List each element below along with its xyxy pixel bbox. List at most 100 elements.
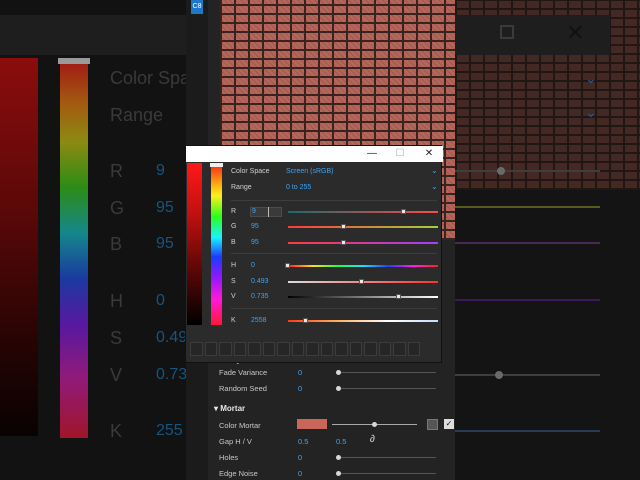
edge-noise-slider[interactable] [336, 473, 436, 474]
background-slider-track [455, 299, 600, 301]
hue-strip-handle[interactable] [210, 163, 223, 167]
holes-slider[interactable] [336, 457, 436, 458]
tab-marker[interactable]: C8 [191, 0, 203, 14]
channel-k-label: K [231, 317, 236, 324]
dialog-titlebar[interactable]: — ☐ ✕ [186, 146, 443, 162]
channel-h-value[interactable]: 0 [251, 262, 255, 269]
holes-value[interactable]: 0 [298, 453, 302, 462]
channel-r-knob[interactable] [400, 209, 406, 214]
channel-g-value[interactable]: 95 [251, 223, 259, 230]
channel-b-track[interactable] [288, 242, 438, 244]
close-button[interactable]: ✕ [420, 147, 438, 161]
swatch-slot[interactable] [291, 342, 304, 356]
fade-variance-label: Fade Variance [219, 368, 268, 377]
chevron-down-icon[interactable]: ⌄ [431, 182, 438, 191]
fade-variance-value[interactable]: 0 [298, 368, 302, 377]
holes-label: Holes [219, 453, 239, 462]
chevron-down-icon[interactable]: ⌄ [431, 166, 438, 175]
swatch-slot[interactable] [277, 342, 290, 356]
color-picker-dialog: — ☐ ✕ Color Space Screen (sRGB) ⌄ Range … [185, 145, 443, 363]
text-cursor-icon [268, 207, 269, 217]
color-space-dropdown[interactable]: Screen (sRGB) [286, 168, 333, 175]
texture-picker-button[interactable] [427, 419, 438, 430]
holes-knob[interactable] [336, 455, 341, 460]
background-letter-h: H [110, 291, 123, 311]
swatch-slot[interactable] [262, 342, 275, 356]
background-saturation-field [0, 58, 38, 436]
color-mortar-checkbox[interactable]: ✓ [444, 419, 454, 429]
channel-k-value[interactable]: 2558 [251, 317, 267, 324]
swatch-slot[interactable] [219, 342, 232, 356]
channel-h-track[interactable] [288, 265, 438, 267]
edge-noise-knob[interactable] [336, 471, 341, 476]
background-slider-track [455, 430, 600, 432]
swatch-slot[interactable] [407, 342, 420, 356]
mortar-header-label: Mortar [220, 404, 246, 413]
background-chevron-down-icon: ⌄ [585, 104, 597, 120]
background-slider-track [455, 170, 600, 172]
restore-button[interactable]: ☐ [391, 147, 409, 161]
edge-noise-label: Edge Noise [219, 469, 258, 478]
edge-noise-value[interactable]: 0 [298, 469, 302, 478]
link-icon[interactable]: ∂ [370, 434, 375, 445]
swatch-slot[interactable] [378, 342, 391, 356]
gap-h-value[interactable]: 0.5 [298, 437, 308, 446]
channel-s-label: S [231, 278, 236, 285]
minimize-button[interactable]: — [363, 147, 381, 161]
background-letter-r: R [110, 161, 123, 181]
color-mortar-knob[interactable] [372, 422, 377, 427]
swatch-slot[interactable] [320, 342, 333, 356]
swatch-slot[interactable] [248, 342, 261, 356]
channel-r-input[interactable]: 9 [250, 207, 282, 217]
swatch-slot[interactable] [233, 342, 246, 356]
background-letter-g: G [110, 198, 125, 218]
background-value-b: 95 [156, 235, 174, 252]
background-chevron-down-icon: ⌄ [585, 70, 597, 86]
channel-h-knob[interactable] [285, 263, 290, 268]
range-dropdown[interactable]: 0 to 255 [286, 184, 311, 191]
color-space-label: Color Space [231, 168, 270, 175]
channel-v-track[interactable] [288, 296, 438, 298]
random-seed-value[interactable]: 0 [298, 384, 302, 393]
background-letter-b: B [110, 234, 123, 254]
screen: Color Spac Range R G B H S V K 9 95 95 0… [0, 0, 640, 480]
random-seed-knob[interactable] [336, 386, 341, 391]
color-mortar-swatch[interactable] [297, 419, 327, 429]
hue-strip[interactable] [211, 163, 222, 325]
swatch-slot[interactable] [393, 342, 406, 356]
swatch-slot[interactable] [190, 342, 203, 356]
divider [231, 308, 437, 309]
background-slider-track [455, 242, 600, 244]
swatch-slot[interactable] [364, 342, 377, 356]
mortar-section-header[interactable]: ▾ Mortar [214, 404, 245, 413]
random-seed-slider[interactable] [336, 388, 436, 389]
channel-b-value[interactable]: 95 [251, 239, 259, 246]
background-close-icon: ✕ [566, 20, 585, 45]
swatch-slot[interactable] [335, 342, 348, 356]
background-slider-knob [495, 371, 503, 379]
fade-variance-slider[interactable] [336, 372, 436, 373]
swatch-row [190, 342, 439, 356]
channel-k-track[interactable] [288, 320, 438, 322]
channel-v-knob[interactable] [396, 294, 401, 299]
channel-s-value[interactable]: 0.493 [251, 278, 269, 285]
channel-v-value[interactable]: 0.735 [251, 293, 269, 300]
background-letter-v: V [110, 365, 123, 385]
channel-v-label: V [231, 293, 236, 300]
saturation-value-field[interactable] [187, 163, 202, 325]
gap-v-value[interactable]: 0.5 [336, 437, 346, 446]
channel-r-track[interactable] [288, 211, 438, 213]
channel-s-knob[interactable] [358, 279, 364, 284]
swatch-slot[interactable] [349, 342, 362, 356]
channel-g-knob[interactable] [340, 224, 346, 229]
channel-k-knob[interactable] [303, 318, 308, 323]
background-titlebar-right [455, 15, 610, 55]
swatch-slot[interactable] [204, 342, 217, 356]
background-letter-s: S [110, 328, 123, 348]
background-slider-track [455, 206, 600, 208]
channel-b-knob[interactable] [340, 240, 346, 245]
swatch-slot[interactable] [306, 342, 319, 356]
channel-g-track[interactable] [288, 226, 438, 228]
background-value-g: 95 [156, 199, 174, 216]
fade-variance-knob[interactable] [336, 370, 341, 375]
